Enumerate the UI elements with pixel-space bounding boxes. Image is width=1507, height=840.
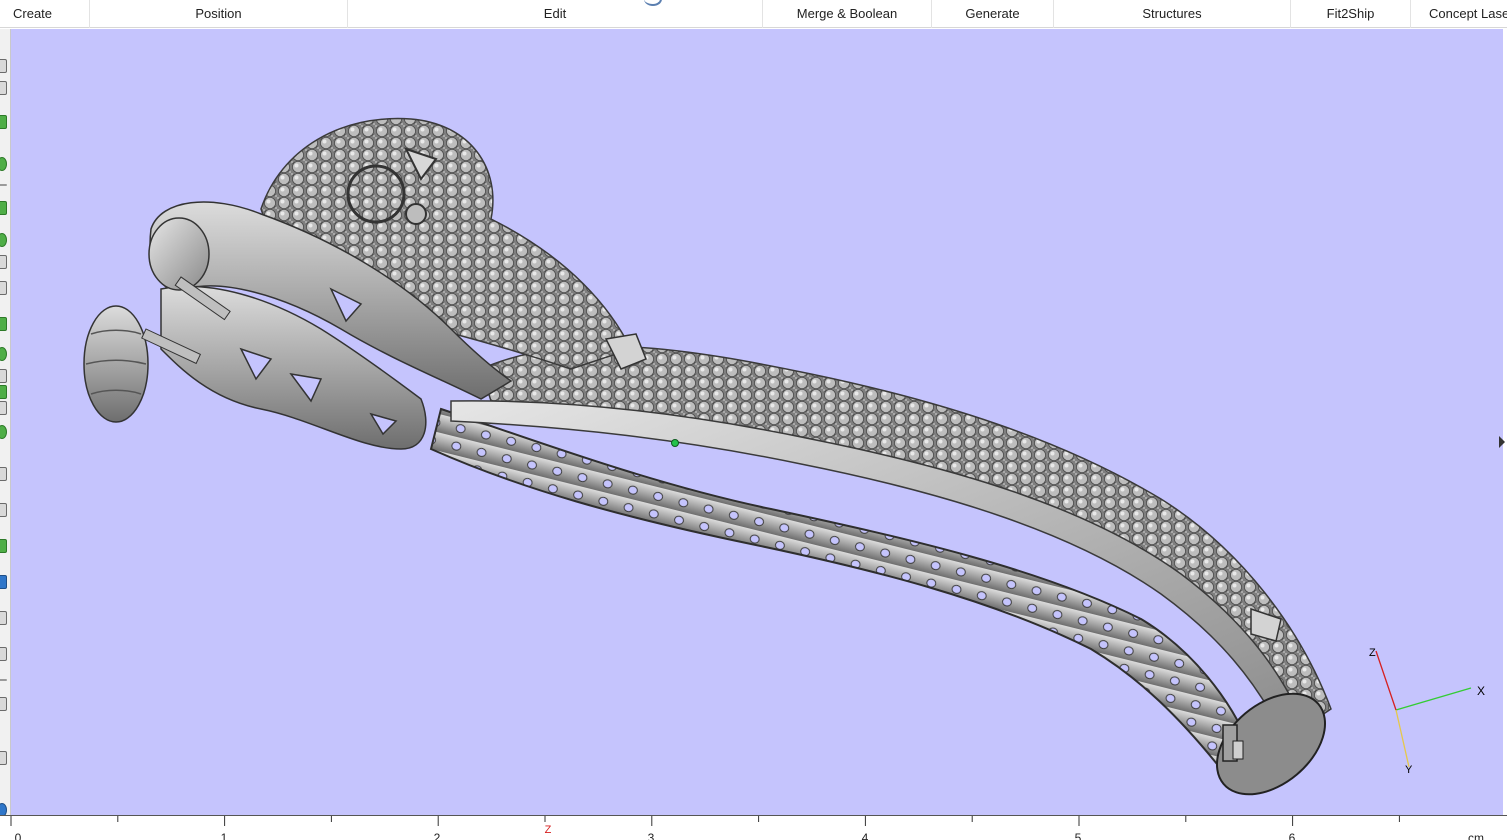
- ruler-marker[interactable]: Z: [545, 824, 552, 836]
- globe-icon[interactable]: [0, 425, 7, 439]
- ruler-label-2: 2: [433, 831, 441, 840]
- toolbar-separator: [0, 184, 7, 186]
- menu-bar: Create Position Edit Merge & Boolean Gen…: [0, 0, 1507, 28]
- panel-expand-icon[interactable]: [1499, 436, 1505, 448]
- diamond-icon[interactable]: [0, 385, 7, 399]
- menu-position[interactable]: Position: [90, 0, 348, 28]
- view-icon[interactable]: [0, 803, 7, 815]
- gem-icon[interactable]: [0, 347, 7, 361]
- select-icon[interactable]: [0, 59, 7, 73]
- menu-edit[interactable]: Edit: [348, 0, 763, 28]
- menu-create[interactable]: Create: [0, 0, 90, 28]
- measure-icon[interactable]: [0, 697, 7, 711]
- axis-gizmo-icon: [1375, 650, 1472, 768]
- ruler-label-5: 5: [1074, 831, 1082, 840]
- toolbar-separator: [0, 679, 7, 681]
- cut-icon[interactable]: [0, 255, 7, 269]
- 3d-viewport[interactable]: X Z Y: [11, 29, 1503, 815]
- link-icon[interactable]: [0, 401, 7, 415]
- ring-icon[interactable]: [0, 233, 7, 247]
- ruler: 0 1 2 3 4 5 6 cm Z: [0, 815, 1507, 840]
- prong-icon[interactable]: [0, 369, 7, 383]
- move-icon[interactable]: [0, 81, 7, 95]
- menu-generate[interactable]: Generate: [932, 0, 1054, 28]
- menu-merge-boolean[interactable]: Merge & Boolean: [763, 0, 932, 28]
- left-toolbar: [0, 29, 11, 815]
- ruler-label-4: 4: [861, 831, 869, 840]
- sphere-icon[interactable]: [0, 157, 7, 171]
- layer-icon[interactable]: [0, 539, 7, 553]
- pick-point-marker: [671, 439, 679, 447]
- menu-concept-laser[interactable]: Concept Lase: [1411, 0, 1507, 28]
- right-panel-edge: [1503, 29, 1507, 815]
- line-icon[interactable]: [0, 281, 7, 295]
- box-icon[interactable]: [0, 317, 7, 331]
- menu-fit2ship[interactable]: Fit2Ship: [1291, 0, 1411, 28]
- ruler-label-3: 3: [647, 831, 655, 840]
- paste-icon[interactable]: [0, 647, 7, 661]
- ruler-label-6: 6: [1288, 831, 1296, 840]
- page-icon[interactable]: [0, 503, 7, 517]
- axis-y-label: Y: [1405, 764, 1413, 776]
- brush-icon[interactable]: [0, 751, 7, 765]
- ruler-unit: cm: [1468, 831, 1484, 840]
- ruler-label-1: 1: [220, 831, 228, 840]
- axis-z-label: Z: [1369, 647, 1376, 659]
- axis-x-label: X: [1477, 684, 1486, 698]
- menu-structures[interactable]: Structures: [1054, 0, 1291, 28]
- ruler-label-0: 0: [14, 831, 22, 840]
- scissors-icon[interactable]: [0, 467, 7, 481]
- cube-icon[interactable]: [0, 201, 7, 215]
- blue-tool-icon[interactable]: [0, 575, 7, 589]
- copy-icon[interactable]: [0, 611, 7, 625]
- pen-icon[interactable]: [0, 115, 7, 129]
- model-render: [83, 117, 1472, 796]
